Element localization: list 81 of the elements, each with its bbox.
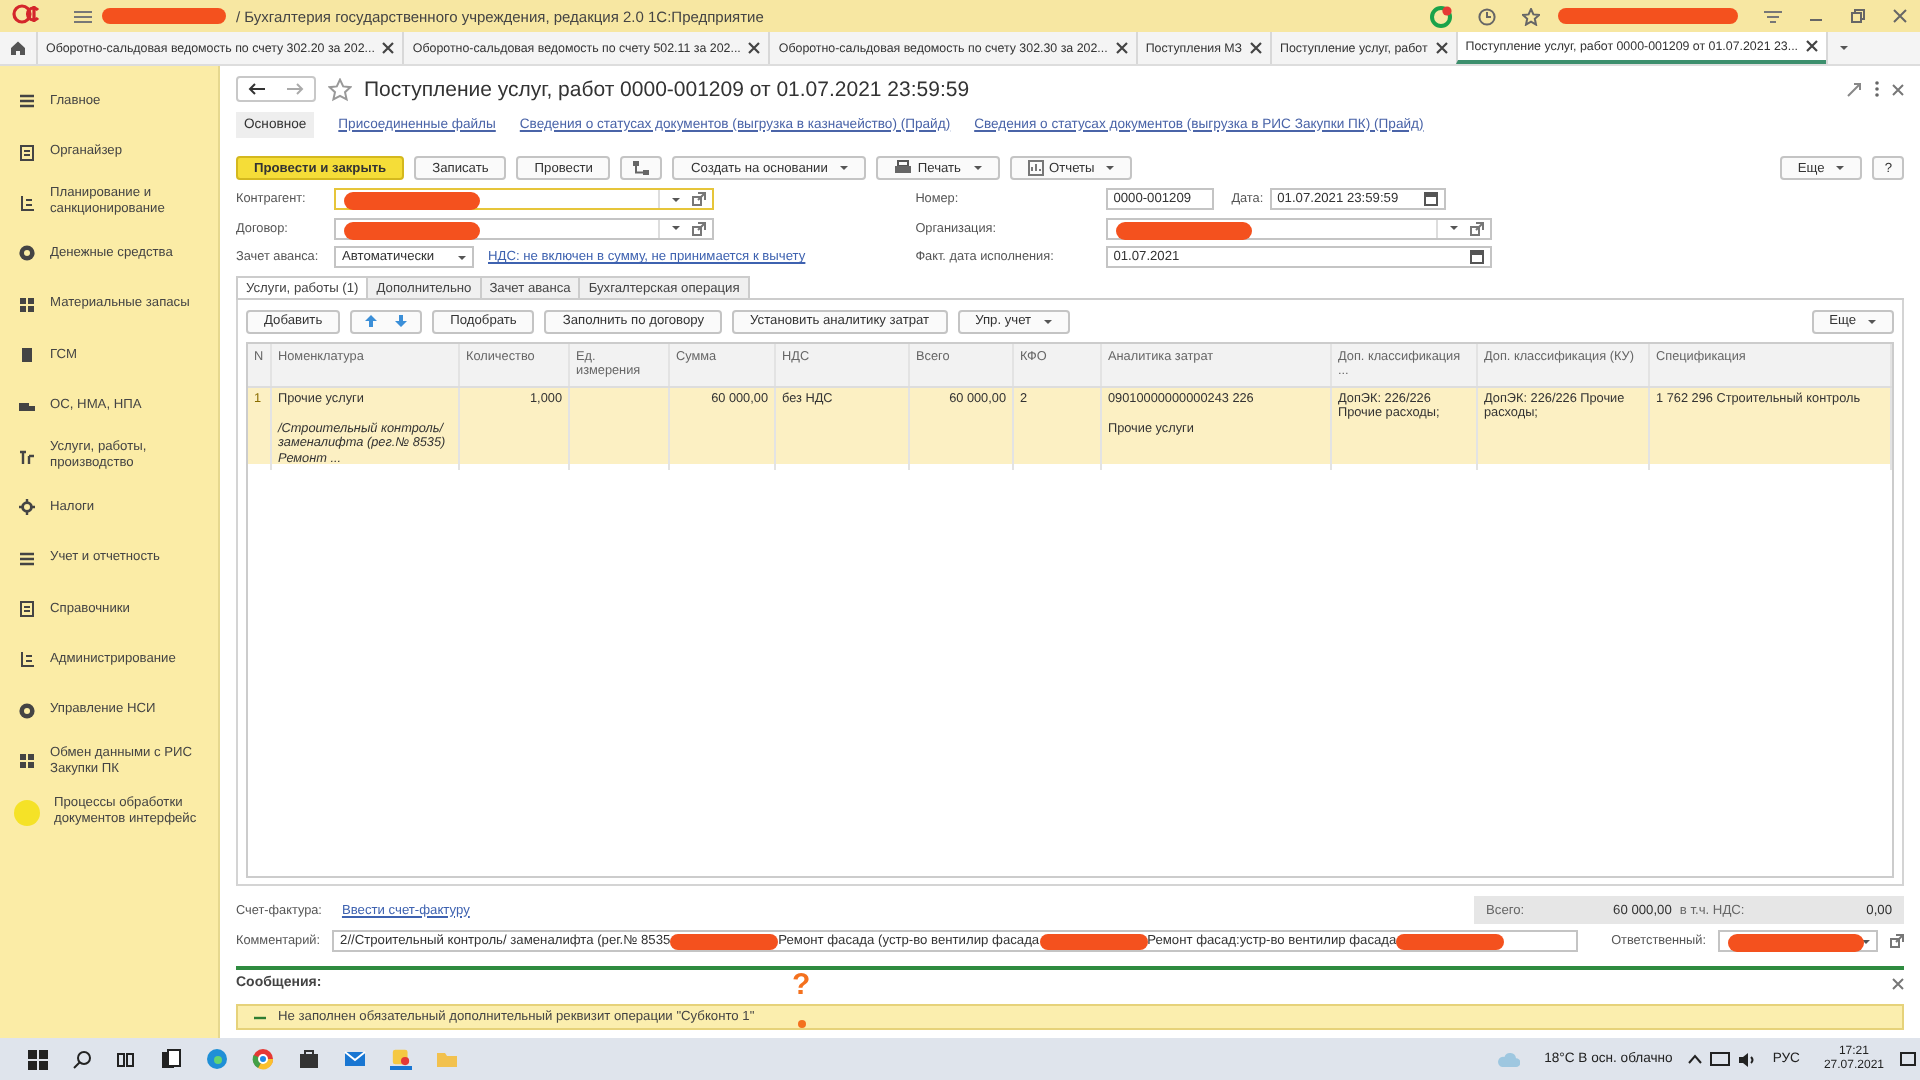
close-icon[interactable] (1115, 42, 1128, 54)
dot-annotation (797, 1020, 806, 1028)
close-icon[interactable] (1806, 40, 1819, 52)
cards-icon[interactable] (160, 1048, 182, 1070)
redaction-mark (102, 8, 226, 24)
history-icon[interactable] (1478, 7, 1496, 25)
caret-icon (1043, 319, 1052, 323)
windows-icon[interactable] (28, 1049, 48, 1069)
open-link-icon[interactable] (692, 221, 706, 236)
coin-icon (18, 701, 36, 720)
caret-icon (1868, 319, 1876, 323)
close-icon[interactable] (382, 42, 395, 54)
menu-icon (18, 92, 36, 111)
question-mark-annotation: ? (792, 970, 811, 1000)
close-icon[interactable] (1892, 8, 1908, 24)
document-icon (18, 346, 36, 365)
open-link-icon[interactable] (692, 192, 706, 207)
menu-icon[interactable] (74, 9, 92, 23)
redaction-mark (1396, 933, 1505, 949)
star-icon[interactable] (1522, 7, 1540, 25)
down-arrow-icon (394, 314, 409, 328)
notification-icon[interactable] (1430, 5, 1452, 27)
close-icon[interactable] (1435, 42, 1448, 54)
input-field[interactable] (1718, 930, 1878, 952)
grid-icon (18, 752, 36, 771)
caret-icon (1836, 166, 1845, 170)
coin-icon (18, 244, 36, 263)
dash-icon (254, 1013, 266, 1021)
open-link-icon[interactable] (1890, 934, 1904, 948)
search-icon[interactable] (72, 1049, 92, 1069)
link-icon[interactable] (1846, 81, 1862, 97)
structure-button[interactable] (620, 156, 663, 180)
redaction-mark (670, 933, 779, 949)
chart-icon (18, 650, 36, 669)
close-icon[interactable] (748, 42, 761, 54)
speaker-icon[interactable] (1738, 1051, 1757, 1067)
restore-icon[interactable] (1850, 8, 1866, 24)
task-view-icon[interactable] (116, 1049, 136, 1069)
input-field[interactable] (334, 188, 714, 211)
browser-icon[interactable] (252, 1048, 274, 1070)
more-icon[interactable] (1874, 80, 1880, 98)
menu-icon (18, 549, 36, 568)
browser-icon[interactable] (206, 1048, 228, 1070)
document-title: Поступление услуг, работ 0000-001209 от 01.07.2021 23:59:59 (364, 77, 970, 101)
close-icon[interactable] (1892, 83, 1904, 95)
notepad-icon (18, 600, 36, 619)
chart-icon (18, 193, 36, 212)
star-icon[interactable] (328, 77, 352, 101)
structure-icon (632, 160, 651, 176)
cloud-icon (1496, 1051, 1521, 1067)
circle-icon (14, 799, 40, 826)
caret-icon (672, 197, 680, 202)
shopping-bag-icon[interactable] (298, 1048, 320, 1070)
network-icon[interactable] (1710, 1051, 1731, 1067)
grid-icon (18, 295, 36, 314)
notifications-icon[interactable] (1900, 1051, 1916, 1067)
caret-icon (1106, 166, 1115, 170)
close-icon[interactable] (1250, 42, 1263, 54)
caret-icon (1840, 46, 1849, 50)
caret-icon (839, 166, 848, 170)
chevron-up-icon[interactable] (1688, 1054, 1703, 1064)
mail-icon[interactable] (344, 1048, 366, 1070)
caret-icon (1449, 226, 1458, 231)
calendar-icon[interactable] (1423, 192, 1438, 207)
home-icon (10, 40, 26, 56)
caret-icon (672, 226, 680, 231)
report-icon (1027, 160, 1043, 176)
caret-icon (1862, 939, 1870, 943)
input-field[interactable] (334, 217, 714, 240)
printer-icon (893, 160, 912, 176)
redaction-mark (1039, 933, 1148, 949)
caret-icon (458, 255, 466, 260)
app-icon[interactable] (390, 1048, 412, 1070)
caret-icon (973, 166, 981, 170)
calendar-icon[interactable] (1469, 250, 1484, 265)
input-field[interactable] (1105, 217, 1492, 240)
close-icon[interactable] (1892, 977, 1904, 989)
up-arrow-icon (364, 314, 379, 328)
notepad-icon (18, 143, 36, 162)
open-link-icon[interactable] (1469, 221, 1484, 236)
menu-icon[interactable] (1764, 9, 1782, 23)
